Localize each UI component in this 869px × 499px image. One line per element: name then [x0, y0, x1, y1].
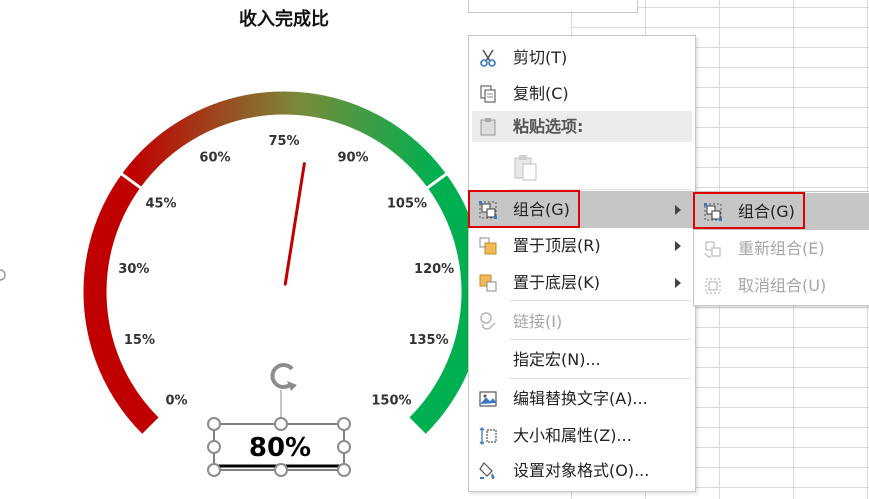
menu-item-cut[interactable]: 剪切(T) [469, 39, 695, 76]
tick-label: 150% [371, 393, 411, 408]
clipboard-icon [480, 118, 496, 136]
gauge-needle [283, 162, 306, 286]
annotation-box-group [468, 190, 580, 228]
tick-label: 60% [199, 151, 230, 166]
link-icon [480, 312, 496, 330]
tick-label: 135% [408, 333, 448, 348]
submenu-arrow [675, 205, 681, 215]
tick-label: 15% [124, 333, 155, 348]
paste-picture-option[interactable] [469, 147, 695, 187]
format-object-label: 设置对象格式(O)... [513, 461, 650, 480]
submenu-arrow [675, 278, 681, 288]
tick-label: 90% [337, 151, 368, 166]
bring-to-front-icon [479, 237, 497, 255]
copy-label: 复制(C) [513, 84, 569, 103]
menu-item-edit-alt-text[interactable]: 编辑替换文字(A)... [469, 380, 695, 417]
resize-handle[interactable] [207, 440, 221, 454]
submenu-regroup-label: 重新组合(E) [738, 239, 825, 258]
menu-item-bring-to-front[interactable]: 置于顶层(R) [469, 227, 695, 264]
selected-textbox[interactable]: 80% [207, 362, 351, 477]
ungroup-icon [705, 278, 721, 294]
edit-alt-text-label: 编辑替换文字(A)... [513, 389, 648, 408]
paste-options-header: 粘贴选项: [472, 111, 692, 142]
resize-handle[interactable] [274, 417, 288, 431]
size-properties-label: 大小和属性(Z)... [513, 426, 632, 445]
context-menu: 剪切(T) 复制(C) 粘贴选项: 组合(G) 置于顶层(R) 置于底层(K) … [468, 35, 696, 492]
resize-handle[interactable] [207, 417, 221, 431]
menu-item-format-object[interactable]: 设置对象格式(O)... [469, 452, 695, 489]
resize-handle[interactable] [337, 440, 351, 454]
rotate-handle-icon[interactable] [270, 362, 297, 391]
menu-item-send-to-back[interactable]: 置于底层(K) [469, 264, 695, 301]
left-edge-handle[interactable] [0, 269, 6, 281]
tick-label: 0% [165, 393, 187, 408]
submenu-item-ungroup[interactable]: 取消组合(U) [694, 267, 869, 304]
chart-title: 收入完成比 [239, 8, 329, 30]
size-properties-icon [479, 427, 497, 445]
resize-handle[interactable] [337, 417, 351, 431]
tick-label: 75% [268, 134, 299, 149]
tick-label: 45% [145, 197, 176, 212]
submenu-arrow [675, 241, 681, 251]
resize-handle[interactable] [207, 463, 221, 477]
gauge-band-high [409, 174, 485, 434]
gauge-band-low [83, 174, 159, 434]
menu-item-assign-macro[interactable]: 指定宏(N)... [469, 341, 695, 378]
regroup-icon [704, 241, 721, 258]
cut-label: 剪切(T) [513, 48, 568, 67]
menu-item-copy[interactable]: 复制(C) [469, 75, 695, 112]
send-to-back-icon [479, 274, 497, 292]
bring-to-front-label: 置于顶层(R) [513, 236, 601, 255]
copy-icon [480, 85, 496, 103]
menu-item-size-properties[interactable]: 大小和属性(Z)... [469, 417, 695, 454]
paste-options-label: 粘贴选项: [513, 117, 584, 136]
annotation-box-submenu-group [693, 192, 805, 229]
alt-text-icon [479, 391, 497, 407]
paste-icon [514, 155, 537, 181]
link-label: 链接(I) [513, 312, 563, 331]
tick-label: 105% [387, 197, 427, 212]
tick-label: 120% [414, 262, 454, 277]
assign-macro-label: 指定宏(N)... [513, 350, 601, 369]
submenu-ungroup-label: 取消组合(U) [738, 276, 827, 295]
format-object-icon [479, 462, 495, 479]
submenu-item-regroup[interactable]: 重新组合(E) [694, 230, 869, 267]
tick-label: 30% [118, 262, 149, 277]
resize-handle[interactable] [337, 463, 351, 477]
scissors-icon [480, 49, 496, 67]
gauge-value-label: 80% [249, 433, 311, 463]
resize-handle[interactable] [274, 463, 288, 477]
send-to-back-label: 置于底层(K) [513, 273, 600, 292]
menu-item-link[interactable]: 链接(I) [469, 303, 695, 340]
